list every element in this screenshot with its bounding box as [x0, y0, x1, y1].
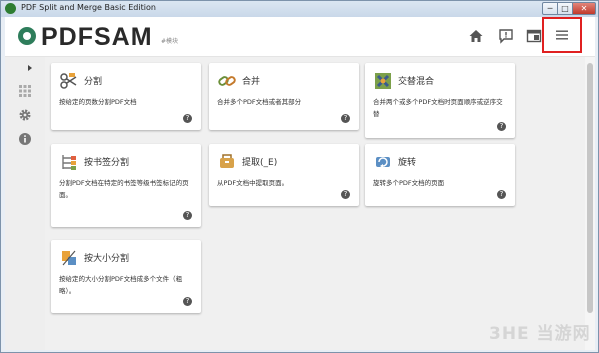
card-description: 合并多个PDF文档或者其部分 [217, 98, 302, 106]
card-description: 分割PDF文档在特定的书签等级书签标记的页面。 [59, 179, 189, 199]
minimize-button[interactable]: ─ [542, 2, 558, 15]
card-description: 从PDF文档中提取页面。 [217, 179, 289, 187]
sidebar [5, 57, 45, 350]
card-title: 合并 [242, 77, 261, 87]
settings-icon[interactable] [17, 107, 33, 123]
card-title: 提取(_E) [242, 158, 278, 168]
module-card-rotate[interactable]: 旋转 旋转多个PDF文档的页面 ? [365, 144, 515, 206]
rotate-icon [373, 152, 393, 172]
app-window: PDF Split and Merge Basic Edition ─ □ ✕ … [0, 0, 599, 353]
split-by-bookmarks-icon [59, 152, 79, 172]
help-icon[interactable]: ? [497, 122, 506, 131]
vertical-scrollbar[interactable] [585, 57, 595, 350]
home-icon[interactable] [467, 27, 485, 45]
help-icon[interactable]: ? [341, 190, 350, 199]
card-title: 按大小分割 [84, 254, 130, 264]
card-title: 按书签分割 [84, 158, 130, 168]
scrollbar-thumb[interactable] [587, 63, 593, 313]
client-area: PDFSAM #模块 分割 按给定的页数分割PDF文档 ? 合并 合并多个PDF… [5, 17, 595, 350]
card-title: 交替混合 [398, 77, 435, 87]
module-card-extract[interactable]: 提取(_E) 从PDF文档中提取页面。 ? [209, 144, 359, 206]
module-card-split-by-bookmarks[interactable]: 按书签分割 分割PDF文档在特定的书签等级书签标记的页面。 ? [51, 144, 201, 227]
modules-dashboard: 分割 按给定的页数分割PDF文档 ? 合并 合并多个PDF文档或者其部分 ? 交… [45, 57, 585, 350]
logo-text: PDFSAM [41, 23, 153, 51]
close-button[interactable]: ✕ [572, 2, 596, 15]
split-by-size-icon [59, 248, 79, 268]
info-icon[interactable] [17, 131, 33, 147]
module-card-merge[interactable]: 合并 合并多个PDF文档或者其部分 ? [209, 63, 359, 130]
help-icon[interactable]: ? [183, 211, 192, 220]
expand-icon[interactable] [25, 63, 35, 73]
workspace-icon[interactable] [525, 27, 543, 45]
app-header: PDFSAM #模块 [5, 17, 595, 57]
card-description: 按给定的大小分割PDF文档成多个文件（粗略）。 [59, 275, 183, 295]
watermark: 3HE 当游网 [489, 324, 591, 344]
card-description: 按给定的页数分割PDF文档 [59, 98, 137, 106]
module-card-split[interactable]: 分割 按给定的页数分割PDF文档 ? [51, 63, 201, 130]
help-icon[interactable]: ? [341, 114, 350, 123]
extract-icon [217, 152, 237, 172]
card-title: 旋转 [398, 158, 417, 168]
maximize-button[interactable]: □ [557, 2, 573, 15]
window-title: PDF Split and Merge Basic Edition [21, 3, 156, 12]
logo-subtitle: #模块 [161, 38, 179, 45]
split-icon [59, 71, 79, 91]
merge-icon [217, 71, 237, 91]
alternate-mix-icon [373, 71, 393, 91]
title-bar: PDF Split and Merge Basic Edition ─ □ ✕ [1, 1, 598, 17]
module-card-split-by-size[interactable]: 按大小分割 按给定的大小分割PDF文档成多个文件（粗略）。 ? [51, 240, 201, 313]
app-icon [5, 3, 16, 14]
help-icon[interactable]: ? [183, 114, 192, 123]
module-card-alternate-mix[interactable]: 交替混合 合并两个或多个PDF文档时页面顺序或逆序交替 ? [365, 63, 515, 138]
menu-icon[interactable] [542, 17, 582, 53]
modules-icon[interactable] [17, 83, 33, 99]
help-icon[interactable]: ? [183, 297, 192, 306]
help-icon[interactable]: ? [497, 190, 506, 199]
card-title: 分割 [84, 77, 103, 87]
pdfsam-logo-icon [18, 27, 36, 45]
news-icon[interactable] [497, 27, 515, 45]
card-description: 旋转多个PDF文档的页面 [373, 179, 445, 187]
card-description: 合并两个或多个PDF文档时页面顺序或逆序交替 [373, 98, 503, 118]
